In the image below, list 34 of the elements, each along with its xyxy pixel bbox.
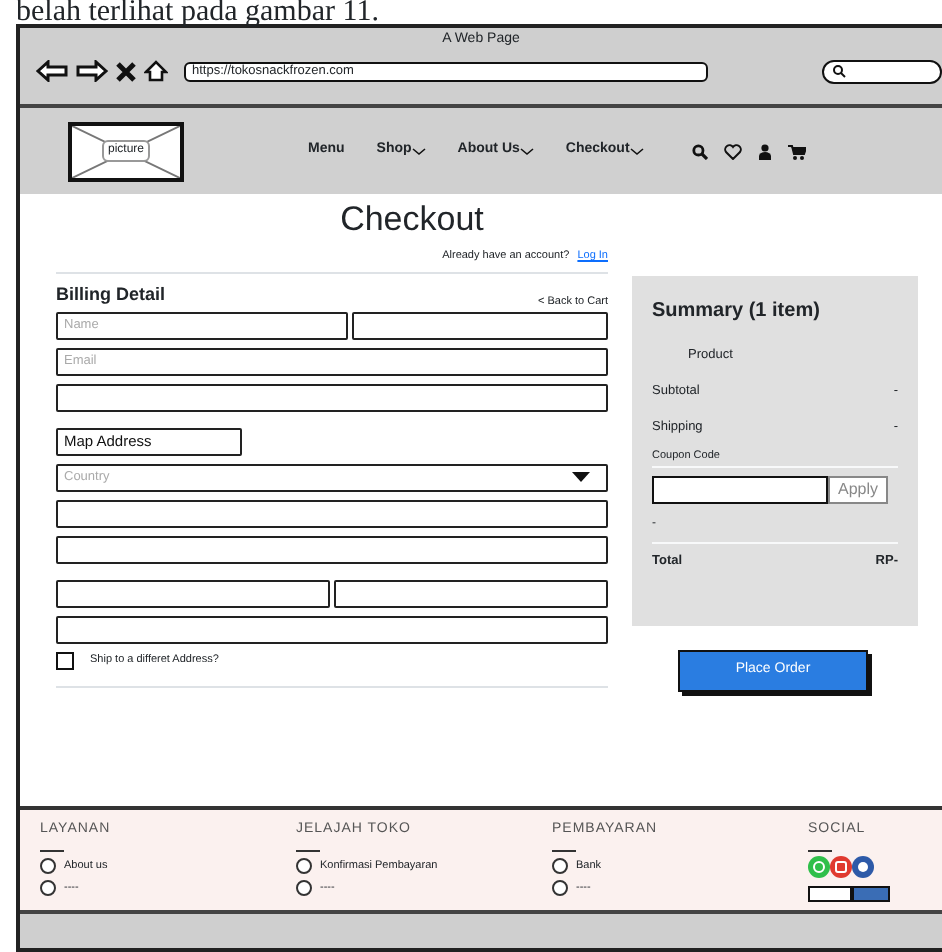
search-field[interactable] <box>822 59 942 83</box>
summary-title: Summary (1 item) <box>652 298 822 326</box>
radio-button[interactable] <box>552 858 568 874</box>
social-icon[interactable] <box>852 855 874 877</box>
input-field[interactable] <box>56 615 608 644</box>
email-field[interactable] <box>808 885 852 901</box>
search-icon[interactable] <box>691 143 708 159</box>
small-button[interactable] <box>852 885 890 901</box>
camera-icon[interactable] <box>830 855 852 877</box>
input-field[interactable] <box>56 383 608 412</box>
input-field[interactable] <box>334 579 608 608</box>
input-field[interactable] <box>56 579 330 608</box>
apply-button[interactable]: Apply <box>828 475 889 503</box>
forward-icon[interactable] <box>76 60 108 82</box>
radio-button[interactable] <box>296 858 312 874</box>
home-icon[interactable] <box>144 60 168 82</box>
coupon-field[interactable] <box>652 475 828 503</box>
caret-icon <box>572 472 590 483</box>
cart-icon[interactable] <box>787 143 806 159</box>
input-field[interactable] <box>56 535 608 564</box>
input-field[interactable] <box>56 499 608 528</box>
radio-button[interactable] <box>40 880 56 896</box>
radio-button[interactable] <box>40 858 56 874</box>
checkbox[interactable] <box>56 651 74 670</box>
page-title: Checkout <box>338 200 486 240</box>
search-icon <box>832 64 846 78</box>
radio-button[interactable] <box>552 880 568 896</box>
user-icon[interactable] <box>757 143 772 159</box>
close-icon[interactable] <box>116 61 136 81</box>
radio-button[interactable] <box>296 880 312 896</box>
back-icon[interactable] <box>36 60 68 82</box>
heart-icon[interactable] <box>723 143 742 159</box>
section-title: Billing Detail <box>56 282 166 309</box>
input-field[interactable] <box>351 311 608 340</box>
